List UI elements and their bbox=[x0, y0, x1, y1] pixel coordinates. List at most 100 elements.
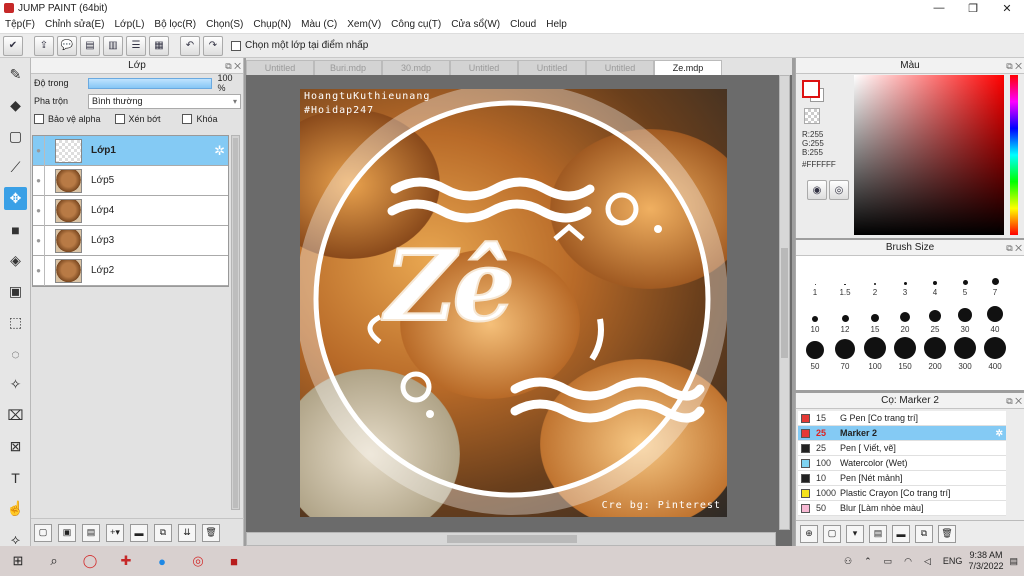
undo-icon[interactable]: ↶ bbox=[180, 35, 200, 56]
palette-edit-icon[interactable]: ◎ bbox=[829, 180, 849, 200]
app-launcher-icon[interactable]: ✚ bbox=[108, 546, 144, 576]
brush-tool-icon[interactable]: ✎ bbox=[4, 63, 27, 86]
duplicate-icon[interactable]: ⧉ bbox=[154, 523, 172, 542]
panel-controls[interactable]: ⧉ ✕ bbox=[1006, 393, 1022, 409]
maximize-button[interactable]: ❐ bbox=[956, 0, 990, 16]
layer-item[interactable]: ● Lớp5 bbox=[33, 165, 228, 196]
panel-controls[interactable]: ⧉ ✕ bbox=[1006, 58, 1022, 74]
eraser-tool-icon[interactable]: ◆ bbox=[4, 94, 27, 117]
menu-capture[interactable]: Chụp(N) bbox=[248, 19, 296, 30]
brush-size-cell[interactable]: 20 bbox=[890, 297, 920, 334]
windows-start-icon[interactable]: ⊞ bbox=[0, 546, 36, 576]
brush-size-cell[interactable]: 40 bbox=[980, 297, 1010, 334]
palette-icon[interactable]: ◉ bbox=[807, 180, 827, 200]
saturation-value-picker[interactable] bbox=[854, 75, 1004, 235]
line-tool-icon[interactable]: ⟋ bbox=[4, 156, 27, 179]
protect-alpha-checkbox[interactable] bbox=[34, 114, 44, 124]
close-button[interactable]: ✕ bbox=[990, 0, 1024, 16]
grid-icon[interactable]: ▦ bbox=[149, 35, 169, 56]
brush-size-cell[interactable]: 30 bbox=[950, 297, 980, 334]
delete-layer-icon[interactable]: 🗑 bbox=[202, 523, 220, 542]
menu-tools[interactable]: Công cụ(T) bbox=[386, 19, 446, 30]
brush-list-item[interactable]: 25 Marker 2 ✲ bbox=[798, 426, 1006, 441]
artwork-canvas[interactable]: Zê HoangtuKuthieunang #Hoidap247 Cre bg:… bbox=[300, 89, 727, 517]
tab-document[interactable]: Untitled bbox=[586, 60, 654, 75]
panel-controls[interactable]: ⧉ ✕ bbox=[1006, 240, 1022, 256]
tab-document[interactable]: Untitled bbox=[246, 60, 314, 75]
brush-list-item[interactable]: 15 G Pen [Co trang trí] bbox=[798, 411, 1006, 426]
brush-size-cell[interactable]: 5 bbox=[950, 260, 980, 297]
visibility-icon[interactable]: ● bbox=[33, 165, 45, 196]
list-icon[interactable]: ☰ bbox=[126, 35, 146, 56]
brush-copy-icon[interactable]: ⧉ bbox=[915, 524, 933, 543]
brush-size-cell[interactable]: 25 bbox=[920, 297, 950, 334]
brush-menu-icon[interactable]: ▾ bbox=[846, 524, 864, 543]
layer-item[interactable]: ● Lớp2 bbox=[33, 255, 228, 286]
menu-color[interactable]: Màu (C) bbox=[296, 19, 342, 30]
menu-help[interactable]: Help bbox=[541, 19, 572, 30]
people-icon[interactable]: ⚇ bbox=[844, 556, 852, 567]
battery-icon[interactable]: ▭ bbox=[884, 556, 893, 567]
text-tool-icon[interactable]: T bbox=[4, 466, 27, 489]
brush-list-item[interactable]: 100 Watercolor (Wet) bbox=[798, 456, 1006, 471]
opera-icon[interactable]: ◯ bbox=[72, 546, 108, 576]
network-icon[interactable]: ◠ bbox=[904, 556, 912, 567]
menu-cloud[interactable]: Cloud bbox=[505, 19, 541, 30]
pick-layer-checkbox[interactable] bbox=[231, 40, 241, 51]
add-brush-icon[interactable]: ⊕ bbox=[800, 524, 818, 543]
visibility-icon[interactable]: ● bbox=[33, 135, 45, 166]
hand-tool-icon[interactable]: ☝ bbox=[4, 497, 27, 520]
canvas-vertical-scrollbar[interactable] bbox=[779, 75, 790, 530]
brush-size-cell[interactable]: 12 bbox=[830, 297, 860, 334]
pick-layer-option[interactable]: Chọn một lớp tại điểm nhấp bbox=[231, 40, 368, 51]
layer-item[interactable]: ● Lớp4 bbox=[33, 195, 228, 226]
page-icon[interactable]: ▥ bbox=[103, 35, 123, 56]
delete-brush-icon[interactable]: 🗑 bbox=[938, 524, 956, 543]
lock-checkbox[interactable] bbox=[182, 114, 193, 124]
brush-size-cell[interactable]: 200 bbox=[920, 334, 950, 371]
volume-icon[interactable]: ◁ bbox=[924, 556, 931, 567]
menu-layer[interactable]: Lớp(L) bbox=[110, 19, 150, 30]
check-icon[interactable]: ✔ bbox=[3, 35, 23, 56]
menu-edit[interactable]: Chỉnh sửa(E) bbox=[40, 19, 110, 30]
jump-paint-taskbar-icon[interactable]: ■ bbox=[216, 546, 252, 576]
canvas-horizontal-scrollbar[interactable] bbox=[246, 532, 776, 546]
blend-mode-select[interactable]: Bình thường bbox=[88, 93, 241, 109]
brush-size-cell[interactable]: 400 bbox=[980, 334, 1010, 371]
menu-window[interactable]: Cửa sổ(W) bbox=[446, 19, 505, 30]
brush-list-item[interactable]: 10 Pen [Nét mảnh] bbox=[798, 471, 1006, 486]
foreground-color-swatch[interactable] bbox=[802, 80, 820, 98]
brush-size-cell[interactable]: 150 bbox=[890, 334, 920, 371]
visibility-icon[interactable]: ● bbox=[33, 195, 45, 226]
brush-size-cell[interactable]: 4 bbox=[920, 260, 950, 297]
clock[interactable]: 9:38 AM 7/3/2022 bbox=[968, 550, 1003, 572]
new-brush-icon[interactable]: ▢ bbox=[823, 524, 841, 543]
tab-document-active[interactable]: Ze.mdp bbox=[654, 60, 722, 75]
brush-list-item[interactable]: 25 Pen [ Viết, vẽ] bbox=[798, 441, 1006, 456]
brush-size-cell[interactable]: 3 bbox=[890, 260, 920, 297]
select-rect-tool-icon[interactable]: ⬚ bbox=[4, 311, 27, 334]
bucket-tool-icon[interactable]: ◈ bbox=[4, 249, 27, 272]
notification-icon[interactable]: ▤ bbox=[1009, 556, 1018, 567]
layer-item[interactable]: ● Lớp3 bbox=[33, 225, 228, 256]
magic-wand-tool-icon[interactable]: ✧ bbox=[4, 373, 27, 396]
select-eraser-tool-icon[interactable]: ⊠ bbox=[4, 435, 27, 458]
redo-icon[interactable]: ↷ bbox=[203, 35, 223, 56]
brush-size-cell[interactable]: 7 bbox=[980, 260, 1010, 297]
brush-size-cell[interactable]: 50 bbox=[800, 334, 830, 371]
brush-size-cell[interactable]: 300 bbox=[950, 334, 980, 371]
gear-icon[interactable]: ✲ bbox=[995, 428, 1003, 439]
brush-folder-icon[interactable]: ▬ bbox=[892, 524, 910, 543]
message-icon[interactable]: ▤ bbox=[80, 35, 100, 56]
menu-view[interactable]: Xem(V) bbox=[342, 19, 386, 30]
hue-slider[interactable] bbox=[1010, 75, 1018, 235]
add-layer-menu-icon[interactable]: +▾ bbox=[106, 523, 124, 542]
visibility-icon[interactable]: ● bbox=[33, 255, 45, 286]
visibility-icon[interactable]: ● bbox=[33, 225, 45, 256]
search-icon[interactable]: ⌕ bbox=[36, 546, 72, 576]
menu-select[interactable]: Chọn(S) bbox=[201, 19, 248, 30]
layer-scrollbar[interactable] bbox=[231, 135, 240, 510]
chevron-up-icon[interactable]: ⌃ bbox=[864, 556, 872, 567]
opacity-slider[interactable] bbox=[87, 77, 212, 89]
menu-filter[interactable]: Bộ lọc(R) bbox=[149, 19, 201, 30]
